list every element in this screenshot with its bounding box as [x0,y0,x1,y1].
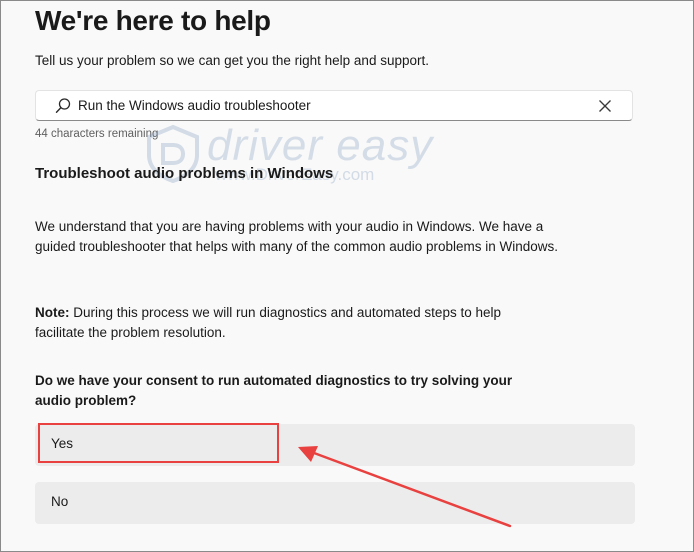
search-icon [55,98,71,113]
no-button[interactable]: No [35,482,635,524]
consent-question: Do we have your consent to run automated… [35,373,513,408]
page-title: We're here to help [35,5,271,36]
no-label: No [51,494,69,509]
section-title: Troubleshoot audio problems in Windows [35,165,334,182]
note-paragraph: Note: During this process we will run di… [35,303,535,343]
note-text: During this process we will run diagnost… [35,305,501,340]
search-input[interactable]: Run the Windows audio troubleshooter [35,90,633,121]
search-value: Run the Windows audio troubleshooter [78,98,311,113]
page-subtitle: Tell us your problem so we can get you t… [35,53,429,68]
close-icon[interactable] [598,99,612,113]
intro-paragraph: We understand that you are having proble… [35,219,559,254]
yes-label: Yes [51,436,74,451]
note-label: Note: [35,305,70,320]
watermark-brand: driver easy [207,121,434,170]
yes-button[interactable]: Yes [35,424,635,466]
characters-remaining: 44 characters remaining [35,128,159,140]
help-window: We're here to help Tell us your problem … [0,0,694,552]
